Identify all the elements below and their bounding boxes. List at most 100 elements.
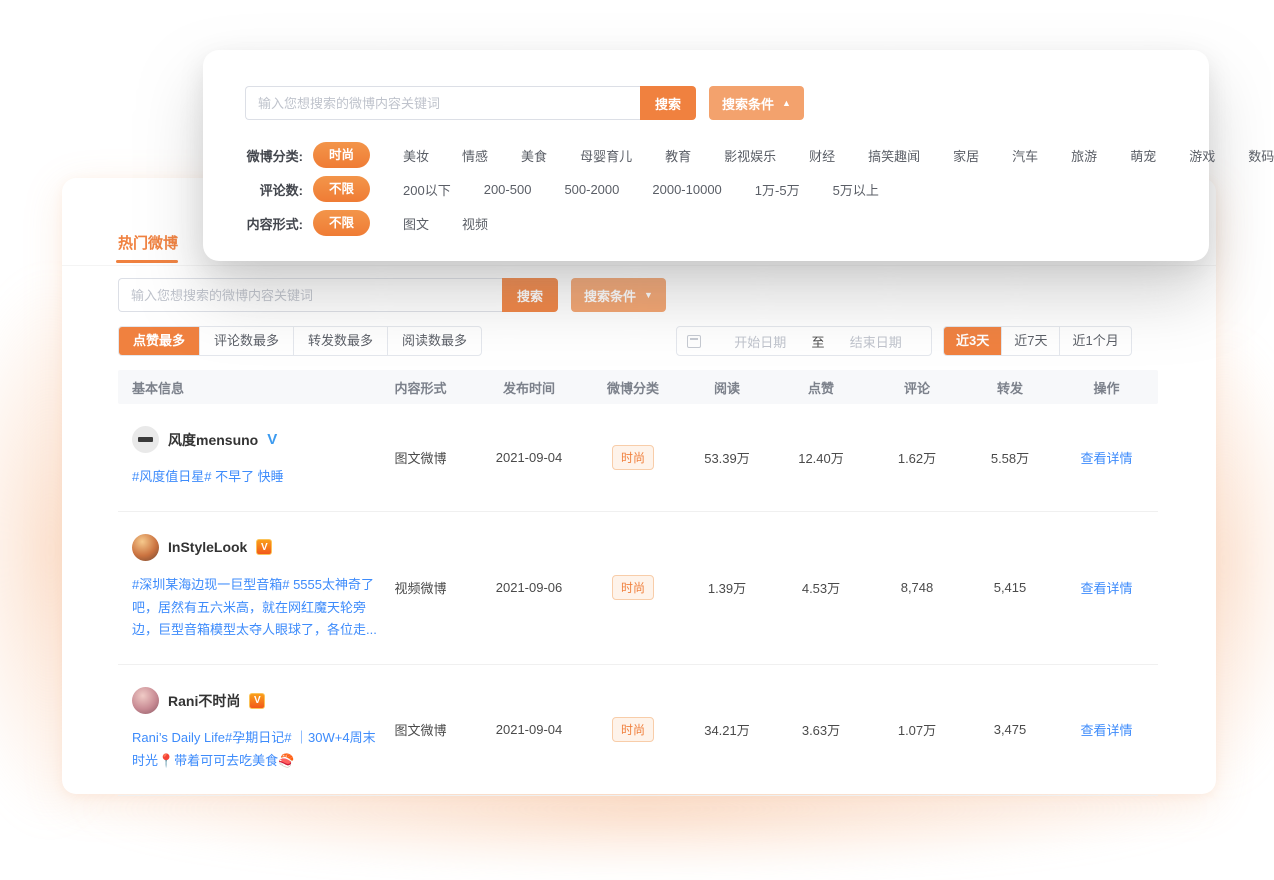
filter-row-comment-count: 评论数: 不限 200以下 200-500 500-2000 2000-1000…: [203, 176, 1209, 202]
reads-cell: 1.39万: [681, 578, 773, 597]
view-details-link[interactable]: 查看详情: [1080, 451, 1132, 466]
range-7-days[interactable]: 近7天: [1001, 327, 1059, 355]
likes-cell: 12.40万: [773, 448, 869, 467]
search-button[interactable]: 搜索: [502, 278, 558, 312]
actions-cell: 查看详情: [1055, 448, 1158, 467]
calendar-icon: [687, 335, 701, 348]
user-name[interactable]: 风度mensuno: [168, 430, 258, 450]
col-reposts: 转发: [965, 378, 1055, 397]
col-basic-info: 基本信息: [118, 378, 368, 397]
verified-orange-icon: V: [249, 693, 265, 709]
filter-option[interactable]: 5万以上: [833, 180, 879, 199]
user-line: 风度mensuno V: [132, 426, 364, 453]
content-form-cell: 图文微博: [368, 448, 473, 467]
category-tag: 时尚: [612, 445, 654, 470]
sort-tab-reposts[interactable]: 转发数最多: [293, 327, 387, 355]
reads-cell: 53.39万: [681, 448, 773, 467]
user-name[interactable]: Rani不时尚: [168, 691, 240, 711]
filter-option-selected[interactable]: 不限: [313, 210, 370, 236]
avatar[interactable]: [132, 426, 159, 453]
search-conditions-label: 搜索条件: [584, 286, 636, 305]
basic-info-cell: Rani不时尚 V Rani’s Daily Life#孕期日记# ｜30W+4…: [118, 687, 368, 773]
col-content-form: 内容形式: [368, 378, 473, 397]
filter-option-selected[interactable]: 时尚: [313, 142, 370, 168]
filter-option[interactable]: 1万-5万: [755, 180, 800, 199]
filter-option[interactable]: 旅游: [1071, 146, 1097, 165]
filter-option[interactable]: 数码科技: [1248, 146, 1274, 165]
filter-option[interactable]: 教育: [665, 146, 691, 165]
filter-option[interactable]: 家居: [953, 146, 979, 165]
col-comments: 评论: [869, 378, 965, 397]
category-tag: 时尚: [612, 575, 654, 600]
user-name[interactable]: InStyleLook: [168, 539, 247, 555]
start-date-input[interactable]: 开始日期: [715, 332, 806, 351]
col-reads: 阅读: [681, 378, 773, 397]
reposts-cell: 3,475: [965, 722, 1055, 737]
verified-orange-icon: V: [256, 539, 272, 555]
post-content-link[interactable]: #深圳某海边现一巨型音箱# 5555太神奇了吧，居然有五六米高，就在网红魔天轮旁…: [132, 574, 380, 642]
col-likes: 点赞: [773, 378, 869, 397]
user-line: Rani不时尚 V: [132, 687, 364, 714]
search-input[interactable]: [245, 86, 640, 120]
filter-row-category: 微博分类: 时尚 美妆 情感 美食 母婴育儿 教育 影视娱乐 财经 搞笑趣闻 家…: [203, 142, 1209, 168]
filter-option-selected[interactable]: 不限: [313, 176, 370, 202]
sort-tab-likes[interactable]: 点赞最多: [119, 327, 199, 355]
filter-option[interactable]: 情感: [462, 146, 488, 165]
filter-row-content-form: 内容形式: 不限 图文 视频: [203, 210, 1209, 236]
filter-option[interactable]: 200-500: [484, 182, 532, 197]
table-row: 风度mensuno V #风度值日星# 不早了 快睡 图文微博 2021-09-…: [118, 404, 1158, 512]
range-1-month[interactable]: 近1个月: [1059, 327, 1130, 355]
filter-option[interactable]: 美食: [521, 146, 547, 165]
filter-option[interactable]: 500-2000: [564, 182, 619, 197]
category-cell: 时尚: [585, 445, 681, 470]
search-conditions-button[interactable]: 搜索条件 ▲: [709, 86, 804, 120]
search-input[interactable]: [118, 278, 502, 312]
filter-option[interactable]: 图文: [403, 214, 429, 233]
chevron-down-icon: ▼: [644, 291, 653, 300]
avatar[interactable]: [132, 534, 159, 561]
search-conditions-label: 搜索条件: [722, 94, 774, 113]
reposts-cell: 5,415: [965, 580, 1055, 595]
view-details-link[interactable]: 查看详情: [1080, 723, 1132, 738]
tab-hot-weibo-label: 热门微博: [118, 235, 178, 252]
view-details-link[interactable]: 查看详情: [1080, 581, 1132, 596]
filter-option[interactable]: 200以下: [403, 180, 451, 199]
filter-option[interactable]: 影视娱乐: [724, 146, 776, 165]
end-date-input[interactable]: 结束日期: [831, 332, 922, 351]
filter-option[interactable]: 视频: [462, 214, 488, 233]
filter-option[interactable]: 汽车: [1012, 146, 1038, 165]
filter-option[interactable]: 美妆: [403, 146, 429, 165]
filter-rows: 微博分类: 时尚 美妆 情感 美食 母婴育儿 教育 影视娱乐 财经 搞笑趣闻 家…: [203, 142, 1209, 244]
filter-option[interactable]: 搞笑趣闻: [868, 146, 920, 165]
filter-option[interactable]: 财经: [809, 146, 835, 165]
post-content-link[interactable]: #风度值日星# 不早了 快睡: [132, 466, 380, 489]
filter-option[interactable]: 游戏: [1189, 146, 1215, 165]
post-content-link[interactable]: Rani’s Daily Life#孕期日记# ｜30W+4周末时光📍带着可可去…: [132, 727, 380, 773]
quick-range-group: 近3天 近7天 近1个月: [943, 326, 1132, 356]
comments-cell: 1.07万: [869, 720, 965, 739]
filter-option[interactable]: 2000-10000: [652, 182, 721, 197]
sort-tab-comments[interactable]: 评论数最多: [199, 327, 293, 355]
reposts-cell: 5.58万: [965, 448, 1055, 467]
filter-option[interactable]: 萌宠: [1130, 146, 1156, 165]
search-conditions-button[interactable]: 搜索条件 ▼: [571, 278, 666, 312]
sort-tab-group: 点赞最多 评论数最多 转发数最多 阅读数最多: [118, 326, 482, 356]
search-button[interactable]: 搜索: [640, 86, 696, 120]
sort-tab-reads[interactable]: 阅读数最多: [387, 327, 481, 355]
filter-label: 内容形式:: [203, 214, 303, 233]
table-row: InStyleLook V #深圳某海边现一巨型音箱# 5555太神奇了吧，居然…: [118, 512, 1158, 665]
range-3-days[interactable]: 近3天: [944, 327, 1001, 355]
filter-option[interactable]: 母婴育儿: [580, 146, 632, 165]
weibo-table: 基本信息 内容形式 发布时间 微博分类 阅读 点赞 评论 转发 操作 风度men…: [118, 370, 1158, 796]
content-form-cell: 图文微博: [368, 720, 473, 739]
actions-cell: 查看详情: [1055, 578, 1158, 597]
comments-cell: 8,748: [869, 580, 965, 595]
avatar[interactable]: [132, 687, 159, 714]
table-header-row: 基本信息 内容形式 发布时间 微博分类 阅读 点赞 评论 转发 操作: [118, 370, 1158, 404]
filter-search-row: 搜索 搜索条件 ▲: [245, 86, 804, 120]
category-cell: 时尚: [585, 717, 681, 742]
user-line: InStyleLook V: [132, 534, 364, 561]
verified-blue-icon: V: [267, 431, 277, 448]
date-range-picker[interactable]: 开始日期 至 结束日期: [676, 326, 932, 356]
tab-hot-weibo[interactable]: 热门微博: [118, 232, 178, 253]
